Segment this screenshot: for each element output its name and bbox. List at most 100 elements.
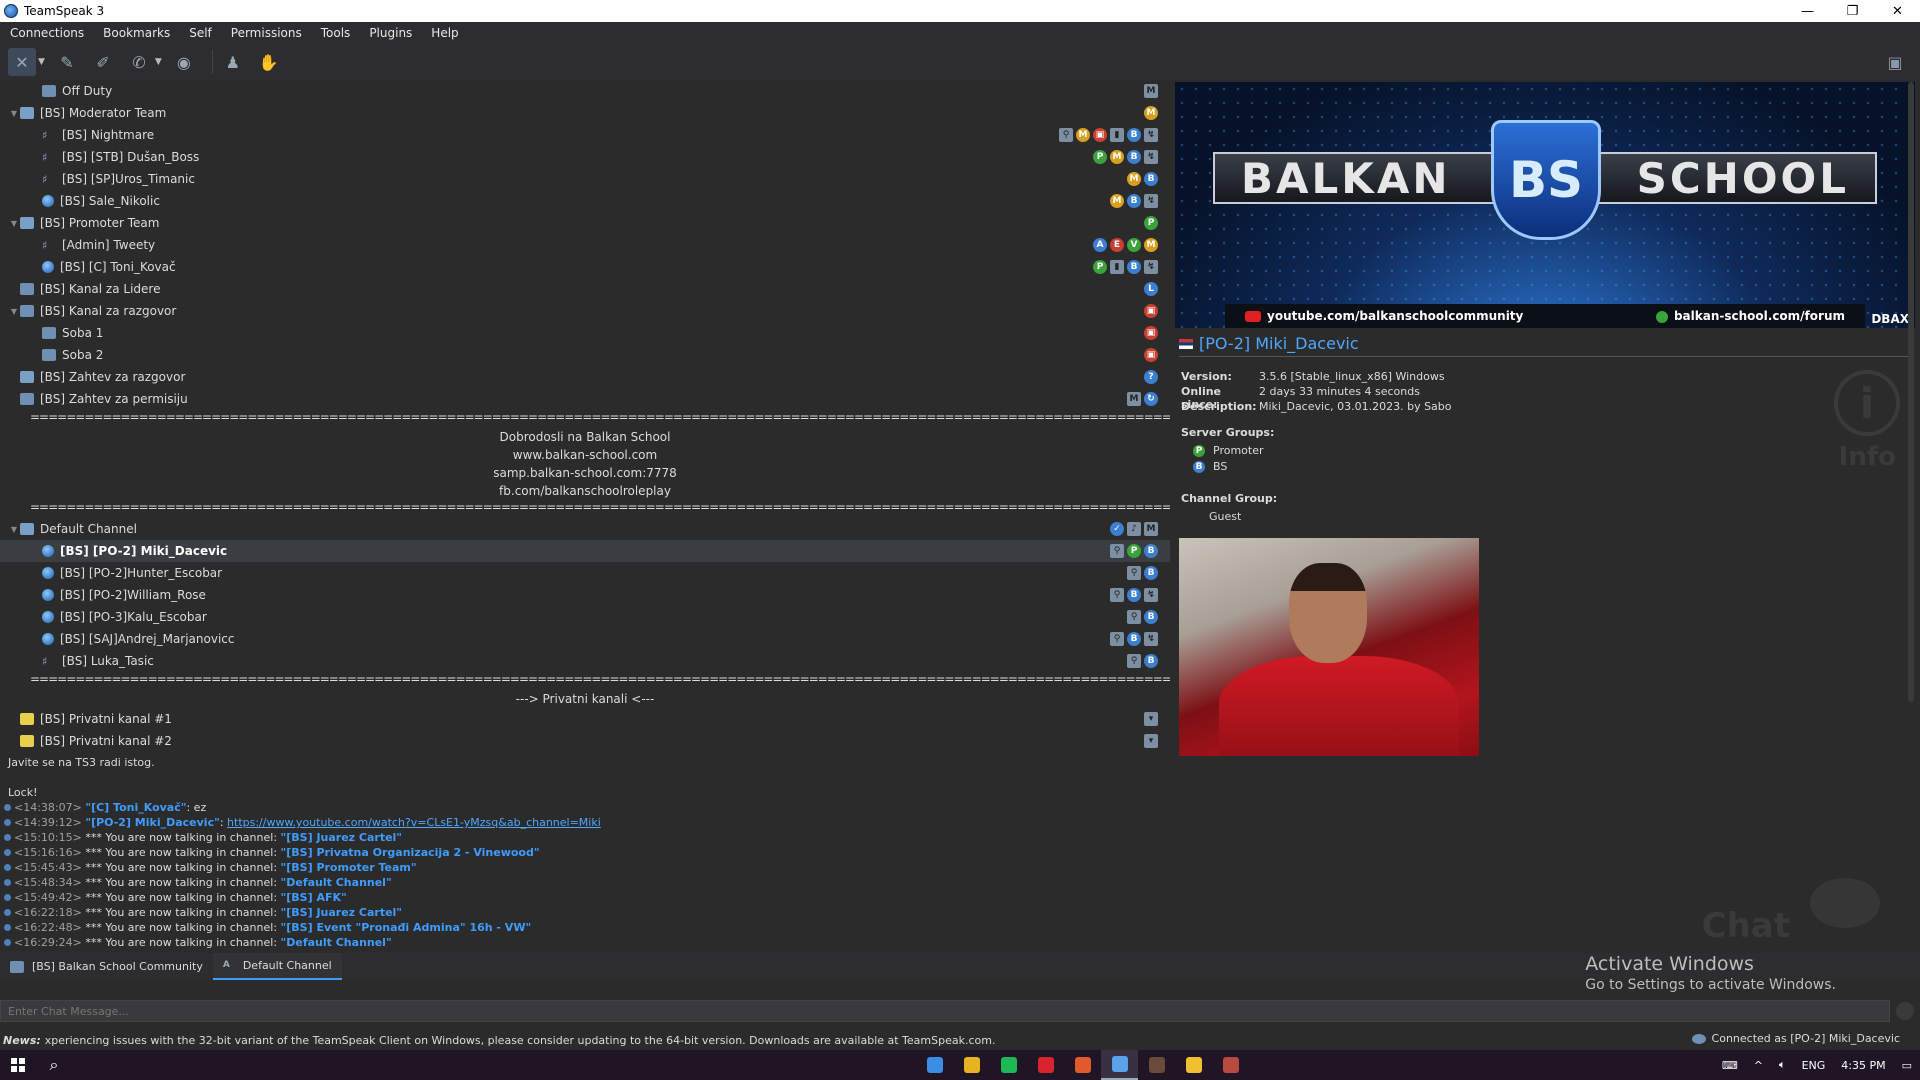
mute-speakers-icon[interactable]: ✐ [89, 48, 117, 76]
explorer-app[interactable] [1175, 1050, 1212, 1080]
tab-server[interactable]: [BS] Balkan School Community [0, 953, 213, 980]
channel-row[interactable]: ▼ [BS] Kanal za razgovor ▣ [0, 300, 1170, 322]
channel-row[interactable]: [BS] Zahtev za razgovor? [0, 366, 1170, 388]
message-text: : [219, 816, 228, 829]
volume-icon[interactable]: 🔈︎ [1779, 1058, 1786, 1072]
banner-corner-text: DBAX [1871, 312, 1909, 326]
channel-row[interactable]: Off Duty M [0, 80, 1170, 102]
message-channel-link[interactable]: "[BS] Event "Pronađi Admina" 16h - VW" [281, 921, 532, 934]
message-channel-link[interactable]: "[BS] Juarez Cartel" [281, 831, 403, 844]
samp-app[interactable] [1138, 1050, 1175, 1080]
channel-row[interactable]: ▼ [BS] Moderator Team M [0, 102, 1170, 124]
client-row[interactable]: [BS] [C] Toni_Kovač P ▮ B ↯ [0, 256, 1170, 278]
row-label: Off Duty [62, 84, 113, 98]
status-badge-icon: A [1093, 238, 1107, 252]
chevron-down-icon[interactable]: ▼ [8, 307, 20, 316]
message-channel-link[interactable]: "[BS] Privatna Organizacija 2 - Vinewood… [281, 846, 540, 859]
chevron-down-icon[interactable]: ▼ [38, 57, 45, 67]
menu-help[interactable]: Help [425, 26, 464, 40]
chevron-down-icon[interactable]: ▼ [8, 109, 20, 118]
emoji-icon[interactable] [1896, 1002, 1914, 1020]
channel-row-default[interactable]: ▼ Default Channel ✓ ♪ M [0, 518, 1170, 540]
status-icons: ⚲ B ↯ [1110, 632, 1158, 646]
channel-tree[interactable]: Off Duty M ▼ [BS] Moderator Team M ♯ [BS] Nigh… [0, 80, 1170, 756]
banner-forum: balkan-school.com/forum [1655, 309, 1845, 323]
subscribe-icon[interactable]: ◉ [170, 48, 198, 76]
row-label: [BS] [PO-3]Kalu_Escobar [60, 610, 207, 624]
menu-self[interactable]: Self [183, 26, 218, 40]
message-channel-link[interactable]: "[BS] AFK" [281, 891, 347, 904]
channel-row[interactable]: Soba 2 ▣ [0, 344, 1170, 366]
message-channel-link[interactable]: "Default Channel" [281, 936, 392, 949]
restore-button[interactable]: ❐ [1830, 0, 1875, 22]
private-channel-row[interactable]: [BS] Privatni kanal #2 ▾ [0, 730, 1170, 752]
chrome-app[interactable] [953, 1050, 990, 1080]
menu-permissions[interactable]: Permissions [225, 26, 308, 40]
client-row[interactable]: [BS] [PO-3]Kalu_Escobar ⚲ B [0, 606, 1170, 628]
close-button[interactable]: ✕ [1875, 0, 1920, 22]
language-indicator[interactable]: ENG [1802, 1059, 1826, 1072]
chat-message-input[interactable] [0, 1000, 1890, 1022]
status-icons: L [1144, 282, 1158, 296]
user-talk-icon [42, 545, 54, 557]
channel-row[interactable]: [BS] Zahtev za permisiju M ↻ [0, 388, 1170, 410]
status-badge-icon: B [1127, 128, 1141, 142]
spotify-app[interactable] [990, 1050, 1027, 1080]
client-row[interactable]: [BS] [PO-2]William_Rose ⚲ B ↯ [0, 584, 1170, 606]
chevron-up-icon[interactable]: ^ [1754, 1059, 1763, 1072]
clock[interactable]: 4:35 PM [1841, 1059, 1885, 1072]
client-row[interactable]: [BS] [PO-2]Hunter_Escobar ⚲ B [0, 562, 1170, 584]
menu-tools[interactable]: Tools [315, 26, 357, 40]
menu-plugins[interactable]: Plugins [363, 26, 418, 40]
message-sender[interactable]: "[C] Toni_Kovač" [85, 801, 186, 814]
client-row[interactable]: [BS] [SAJ]Andrej_Marjanovicc ⚲ B ↯ [0, 628, 1170, 650]
game-app[interactable] [1212, 1050, 1249, 1080]
status-badge-icon: ▮ [1110, 128, 1124, 142]
chevron-down-icon[interactable]: ▼ [155, 57, 162, 67]
client-row[interactable]: ♯ [BS] Nightmare ⚲ M ▣ ▮ B ↯ [0, 124, 1170, 146]
message-timestamp: <15:10:15> [14, 831, 82, 844]
client-row[interactable]: ♯ [BS] Luka_Tasic ⚲ B [0, 650, 1170, 672]
teamspeak-app[interactable] [1101, 1050, 1138, 1080]
mute-microphone-icon[interactable]: ✎ [53, 48, 81, 76]
monitor-app[interactable] [916, 1050, 953, 1080]
mic-app[interactable] [1064, 1050, 1101, 1080]
client-row[interactable]: ♯ [Admin] Tweety A E V M [0, 234, 1170, 256]
opera-app[interactable] [1027, 1050, 1064, 1080]
chat-message: <15:49:42> *** You are now talking in ch… [0, 891, 1920, 906]
client-row[interactable]: ♯ [BS] [SP]Uros_Timanic M B [0, 168, 1170, 190]
menu-connections[interactable]: Connections [4, 26, 90, 40]
keyboard-icon[interactable]: ⌨ [1722, 1059, 1738, 1072]
contacts-icon[interactable]: ♟ [219, 48, 247, 76]
private-channel-row[interactable]: [BS] Privatni kanal #1 ▾ [0, 708, 1170, 730]
client-row-selected[interactable]: [BS] [PO-2] Miki_Dacevic ⚲ P B [0, 540, 1170, 562]
channel-row[interactable]: [BS] Kanal za Lidere L [0, 278, 1170, 300]
channel-row[interactable]: Soba 1 ▣ [0, 322, 1170, 344]
whisper-icon[interactable]: ✋ [255, 48, 283, 76]
search-icon[interactable]: ⌕ [36, 1050, 72, 1080]
minimize-button[interactable]: — [1785, 0, 1830, 22]
away-icon[interactable]: ✆ [125, 48, 153, 76]
start-button[interactable] [0, 1050, 36, 1080]
notification-icon[interactable]: ▭ [1902, 1059, 1912, 1072]
message-channel-link[interactable]: "[BS] Juarez Cartel" [281, 906, 403, 919]
client-row[interactable]: [BS] Sale_Nikolic M B ↯ [0, 190, 1170, 212]
row-label: [BS] Zahtev za razgovor [40, 370, 186, 384]
channel-row[interactable]: ▼ [BS] Promoter Team P [0, 212, 1170, 234]
tab-channel[interactable]: A Default Channel [212, 953, 342, 980]
message-link[interactable]: https://www.youtube.com/watch?v=CLsE1-yM… [227, 816, 601, 829]
chat-watermark-icon [1810, 878, 1880, 928]
status-badge-icon: ↯ [1144, 194, 1158, 208]
chevron-down-icon[interactable]: ▼ [8, 219, 20, 228]
message-sender[interactable]: "[PO-2] Miki_Dacevic" [85, 816, 219, 829]
message-channel-link[interactable]: "Default Channel" [281, 876, 392, 889]
disconnect-icon[interactable]: ✕ [8, 48, 36, 76]
message-timestamp: <14:39:12> [14, 816, 82, 829]
message-channel-link[interactable]: "[BS] Promoter Team" [281, 861, 417, 874]
chevron-down-icon[interactable]: ▼ [8, 525, 20, 534]
client-row[interactable]: ♯ [BS] [STB] Dušan_Boss P M B ↯ [0, 146, 1170, 168]
identity-icon[interactable]: ▣ [1882, 49, 1908, 75]
menu-bookmarks[interactable]: Bookmarks [97, 26, 176, 40]
title-bar: TeamSpeak 3 — ❐ ✕ [0, 0, 1920, 22]
info-scrollbar[interactable] [1908, 82, 1914, 702]
